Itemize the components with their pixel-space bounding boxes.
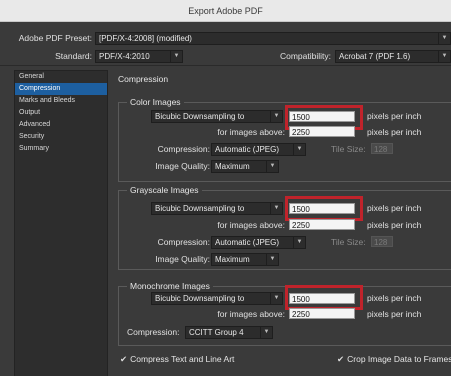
color-downsample-value: Bicubic Downsampling to [155, 112, 245, 121]
standard-value: PDF/X-4:2010 [99, 51, 150, 61]
color-above-label: for images above: [217, 127, 285, 137]
color-downsample-select[interactable]: Bicubic Downsampling to ▼ [151, 110, 283, 123]
color-images-group: Color Images Bicubic Downsampling to ▼ 1… [118, 97, 451, 182]
monochrome-images-title: Monochrome Images [127, 281, 213, 291]
color-images-title: Color Images [127, 97, 184, 107]
sidebar-item-output[interactable]: Output [15, 107, 107, 119]
color-quality-value: Maximum [215, 162, 250, 171]
color-compression-value: Automatic (JPEG) [215, 145, 280, 154]
grayscale-downsample-select[interactable]: Bicubic Downsampling to ▼ [151, 202, 283, 215]
grayscale-images-title: Grayscale Images [127, 185, 202, 195]
color-tile-input[interactable]: 128 [371, 143, 393, 154]
chevron-down-icon: ▼ [293, 237, 305, 248]
color-ppi-unit: pixels per inch [367, 111, 422, 121]
color-tile-label: Tile Size: [331, 144, 366, 154]
sidebar: General Compression Marks and Bleeds Out… [14, 70, 108, 376]
grayscale-images-group: Grayscale Images Bicubic Downsampling to… [118, 185, 451, 270]
preset-row: Adobe PDF Preset: [PDF/X-4:2008] (modifi… [0, 30, 451, 46]
preset-select[interactable]: [PDF/X-4:2008] (modified) ▼ [95, 31, 451, 45]
mono-compression-value: CCITT Group 4 [189, 328, 244, 337]
chevron-down-icon: ▼ [293, 144, 305, 155]
chevron-down-icon: ▼ [170, 50, 182, 62]
chevron-down-icon: ▼ [260, 327, 272, 338]
sidebar-item-advanced[interactable]: Advanced [15, 119, 107, 131]
mono-above-unit: pixels per inch [367, 309, 422, 319]
compatibility-value: Acrobat 7 (PDF 1.6) [339, 51, 411, 61]
grayscale-compression-select[interactable]: Automatic (JPEG) ▼ [211, 236, 306, 249]
compress-text-checkbox[interactable]: ✔ Compress Text and Line Art [120, 354, 234, 365]
chevron-down-icon: ▼ [438, 50, 450, 62]
color-compression-label: Compression: [157, 144, 210, 154]
grayscale-above-label: for images above: [217, 220, 285, 230]
color-above-input[interactable]: 2250 [289, 126, 355, 137]
standard-row: Standard: PDF/X-4:2010 ▼ Compatibility: … [0, 48, 451, 64]
mono-compression-select[interactable]: CCITT Group 4 ▼ [185, 326, 273, 339]
compatibility-select[interactable]: Acrobat 7 (PDF 1.6) ▼ [335, 49, 451, 63]
grayscale-above-input[interactable]: 2250 [289, 219, 355, 230]
compatibility-label: Compatibility: [279, 51, 331, 61]
checkmark-icon: ✔ [337, 354, 345, 364]
mono-above-input[interactable]: 2250 [289, 308, 355, 319]
grayscale-downsample-value: Bicubic Downsampling to [155, 204, 245, 213]
sidebar-item-summary[interactable]: Summary [15, 143, 107, 155]
grayscale-compression-label: Compression: [157, 237, 210, 247]
preset-label: Adobe PDF Preset: [18, 33, 92, 43]
color-quality-select[interactable]: Maximum ▼ [211, 160, 279, 173]
color-above-unit: pixels per inch [367, 127, 422, 137]
grayscale-tile-label: Tile Size: [331, 237, 366, 247]
section-title: Compression [118, 74, 169, 84]
mono-above-label: for images above: [217, 309, 285, 319]
standard-label: Standard: [55, 51, 92, 61]
sidebar-item-marks-and-bleeds[interactable]: Marks and Bleeds [15, 95, 107, 107]
chevron-down-icon: ▼ [438, 32, 450, 44]
mono-compression-label: Compression: [127, 327, 180, 337]
grayscale-ppi-highlight [285, 196, 363, 221]
chevron-down-icon: ▼ [266, 254, 278, 265]
grayscale-quality-label: Image Quality: [155, 254, 210, 264]
grayscale-quality-value: Maximum [215, 255, 250, 264]
standard-select[interactable]: PDF/X-4:2010 ▼ [95, 49, 183, 63]
checkmark-icon: ✔ [120, 354, 128, 364]
grayscale-above-unit: pixels per inch [367, 220, 422, 230]
chevron-down-icon: ▼ [270, 293, 282, 304]
preset-value: [PDF/X-4:2008] (modified) [99, 33, 192, 43]
sidebar-item-security[interactable]: Security [15, 131, 107, 143]
color-compression-select[interactable]: Automatic (JPEG) ▼ [211, 143, 306, 156]
mono-ppi-highlight [285, 285, 363, 310]
chevron-down-icon: ▼ [270, 111, 282, 122]
sidebar-item-general[interactable]: General [15, 71, 107, 83]
crop-image-checkbox[interactable]: ✔ Crop Image Data to Frames [337, 354, 451, 365]
sidebar-item-compression[interactable]: Compression [15, 83, 107, 95]
grayscale-tile-input[interactable]: 128 [371, 236, 393, 247]
mono-ppi-unit: pixels per inch [367, 293, 422, 303]
chevron-down-icon: ▼ [270, 203, 282, 214]
monochrome-images-group: Monochrome Images Bicubic Downsampling t… [118, 281, 451, 346]
compress-text-label: Compress Text and Line Art [130, 354, 235, 364]
window-title: Export Adobe PDF [0, 0, 451, 22]
chevron-down-icon: ▼ [266, 161, 278, 172]
crop-image-label: Crop Image Data to Frames [347, 354, 451, 364]
grayscale-compression-value: Automatic (JPEG) [215, 238, 280, 247]
mono-downsample-value: Bicubic Downsampling to [155, 294, 245, 303]
header-divider [0, 65, 451, 66]
grayscale-ppi-unit: pixels per inch [367, 203, 422, 213]
grayscale-quality-select[interactable]: Maximum ▼ [211, 253, 279, 266]
mono-downsample-select[interactable]: Bicubic Downsampling to ▼ [151, 292, 283, 305]
color-quality-label: Image Quality: [155, 161, 210, 171]
